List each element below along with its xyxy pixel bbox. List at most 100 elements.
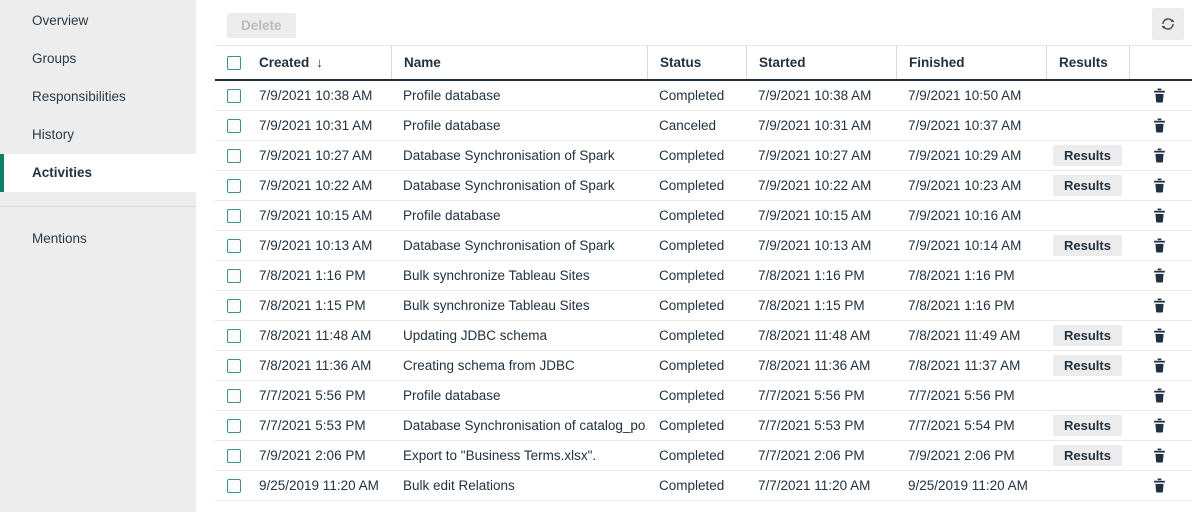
started-cell: 7/7/2021 11:20 AM <box>746 478 896 493</box>
started-cell: 7/9/2021 10:15 AM <box>746 208 896 223</box>
trash-icon[interactable] <box>1153 268 1166 283</box>
name-cell: Bulk synchronize Tableau Sites <box>391 298 647 313</box>
name-cell: Export to "Business Terms.xlsx". <box>391 448 647 463</box>
created-cell: 7/9/2021 2:06 PM <box>251 448 391 463</box>
row-checkbox-cell <box>215 359 251 373</box>
results-button[interactable]: Results <box>1053 445 1122 466</box>
trash-icon[interactable] <box>1153 358 1166 373</box>
status-cell: Canceled <box>647 118 746 133</box>
row-checkbox[interactable] <box>227 419 241 433</box>
sidebar-divider <box>0 206 196 207</box>
row-checkbox[interactable] <box>227 239 241 253</box>
results-button[interactable]: Results <box>1053 355 1122 376</box>
row-checkbox[interactable] <box>227 389 241 403</box>
trash-icon[interactable] <box>1153 328 1166 343</box>
results-cell: Results <box>1046 415 1129 436</box>
column-header-started[interactable]: Started <box>746 46 896 79</box>
created-cell: 7/8/2021 11:36 AM <box>251 358 391 373</box>
name-cell: Profile database <box>391 388 647 403</box>
created-cell: 7/9/2021 10:31 AM <box>251 118 391 133</box>
trash-icon[interactable] <box>1153 448 1166 463</box>
sidebar-item-groups[interactable]: Groups <box>0 40 196 78</box>
column-header-finished[interactable]: Finished <box>896 46 1046 79</box>
actions-cell <box>1129 418 1192 433</box>
finished-cell: 7/9/2021 10:16 AM <box>896 208 1046 223</box>
row-checkbox[interactable] <box>227 179 241 193</box>
row-checkbox[interactable] <box>227 479 241 493</box>
trash-icon[interactable] <box>1153 178 1166 193</box>
sidebar-item-activities[interactable]: Activities <box>0 154 196 192</box>
row-checkbox-cell <box>215 209 251 223</box>
column-header-created-label: Created <box>259 55 309 70</box>
created-cell: 7/8/2021 1:16 PM <box>251 268 391 283</box>
finished-cell: 7/7/2021 5:56 PM <box>896 388 1046 403</box>
table-row: 7/9/2021 10:31 AMProfile databaseCancele… <box>215 111 1192 141</box>
status-cell: Completed <box>647 328 746 343</box>
table-row: 7/9/2021 10:13 AMDatabase Synchronisatio… <box>215 231 1192 261</box>
row-checkbox[interactable] <box>227 269 241 283</box>
row-checkbox[interactable] <box>227 359 241 373</box>
row-checkbox-cell <box>215 419 251 433</box>
finished-cell: 7/9/2021 2:06 PM <box>896 448 1046 463</box>
results-cell: Results <box>1046 355 1129 376</box>
trash-icon[interactable] <box>1153 208 1166 223</box>
sidebar-nav: OverviewGroupsResponsibilitiesHistoryAct… <box>0 0 196 512</box>
finished-cell: 7/9/2021 10:50 AM <box>896 88 1046 103</box>
name-cell: Bulk edit Relations <box>391 478 647 493</box>
status-cell: Completed <box>647 358 746 373</box>
row-checkbox[interactable] <box>227 299 241 313</box>
table-row: 7/9/2021 10:15 AMProfile databaseComplet… <box>215 201 1192 231</box>
row-checkbox[interactable] <box>227 149 241 163</box>
column-header-created[interactable]: Created ↓ <box>251 46 391 79</box>
finished-cell: 7/9/2021 10:14 AM <box>896 238 1046 253</box>
column-header-status[interactable]: Status <box>647 46 746 79</box>
row-checkbox[interactable] <box>227 209 241 223</box>
created-cell: 7/9/2021 10:13 AM <box>251 238 391 253</box>
trash-icon[interactable] <box>1153 298 1166 313</box>
trash-icon[interactable] <box>1153 118 1166 133</box>
trash-icon[interactable] <box>1153 388 1166 403</box>
created-cell: 7/7/2021 5:56 PM <box>251 388 391 403</box>
created-cell: 7/9/2021 10:22 AM <box>251 178 391 193</box>
select-all-checkbox[interactable] <box>227 56 241 70</box>
status-cell: Completed <box>647 148 746 163</box>
trash-icon[interactable] <box>1153 238 1166 253</box>
table-body: 7/9/2021 10:38 AMProfile databaseComplet… <box>215 81 1192 501</box>
activities-table: Created ↓ Name Status Started Finished R… <box>215 45 1192 501</box>
table-row: 7/7/2021 5:53 PMDatabase Synchronisation… <box>215 411 1192 441</box>
trash-icon[interactable] <box>1153 148 1166 163</box>
refresh-button[interactable] <box>1152 8 1184 40</box>
row-checkbox-cell <box>215 89 251 103</box>
status-cell: Completed <box>647 238 746 253</box>
actions-cell <box>1129 88 1192 103</box>
sidebar-item-overview[interactable]: Overview <box>0 2 196 40</box>
row-checkbox[interactable] <box>227 119 241 133</box>
actions-cell <box>1129 268 1192 283</box>
row-checkbox[interactable] <box>227 89 241 103</box>
refresh-icon <box>1160 16 1176 32</box>
started-cell: 7/7/2021 2:06 PM <box>746 448 896 463</box>
sidebar-item-mentions[interactable]: Mentions <box>0 220 196 258</box>
row-checkbox[interactable] <box>227 449 241 463</box>
results-button[interactable]: Results <box>1053 145 1122 166</box>
trash-icon[interactable] <box>1153 418 1166 433</box>
row-checkbox-cell <box>215 389 251 403</box>
row-checkbox-cell <box>215 269 251 283</box>
sidebar-item-responsibilities[interactable]: Responsibilities <box>0 78 196 116</box>
sidebar-item-history[interactable]: History <box>0 116 196 154</box>
column-header-name[interactable]: Name <box>391 46 647 79</box>
finished-cell: 7/8/2021 1:16 PM <box>896 298 1046 313</box>
started-cell: 7/7/2021 5:53 PM <box>746 418 896 433</box>
results-button[interactable]: Results <box>1053 415 1122 436</box>
trash-icon[interactable] <box>1153 478 1166 493</box>
results-button[interactable]: Results <box>1053 175 1122 196</box>
status-cell: Completed <box>647 298 746 313</box>
finished-cell: 7/7/2021 5:54 PM <box>896 418 1046 433</box>
trash-icon[interactable] <box>1153 88 1166 103</box>
finished-cell: 7/8/2021 1:16 PM <box>896 268 1046 283</box>
row-checkbox[interactable] <box>227 329 241 343</box>
delete-button[interactable]: Delete <box>227 13 296 38</box>
results-button[interactable]: Results <box>1053 325 1122 346</box>
results-button[interactable]: Results <box>1053 235 1122 256</box>
results-cell: Results <box>1046 235 1129 256</box>
